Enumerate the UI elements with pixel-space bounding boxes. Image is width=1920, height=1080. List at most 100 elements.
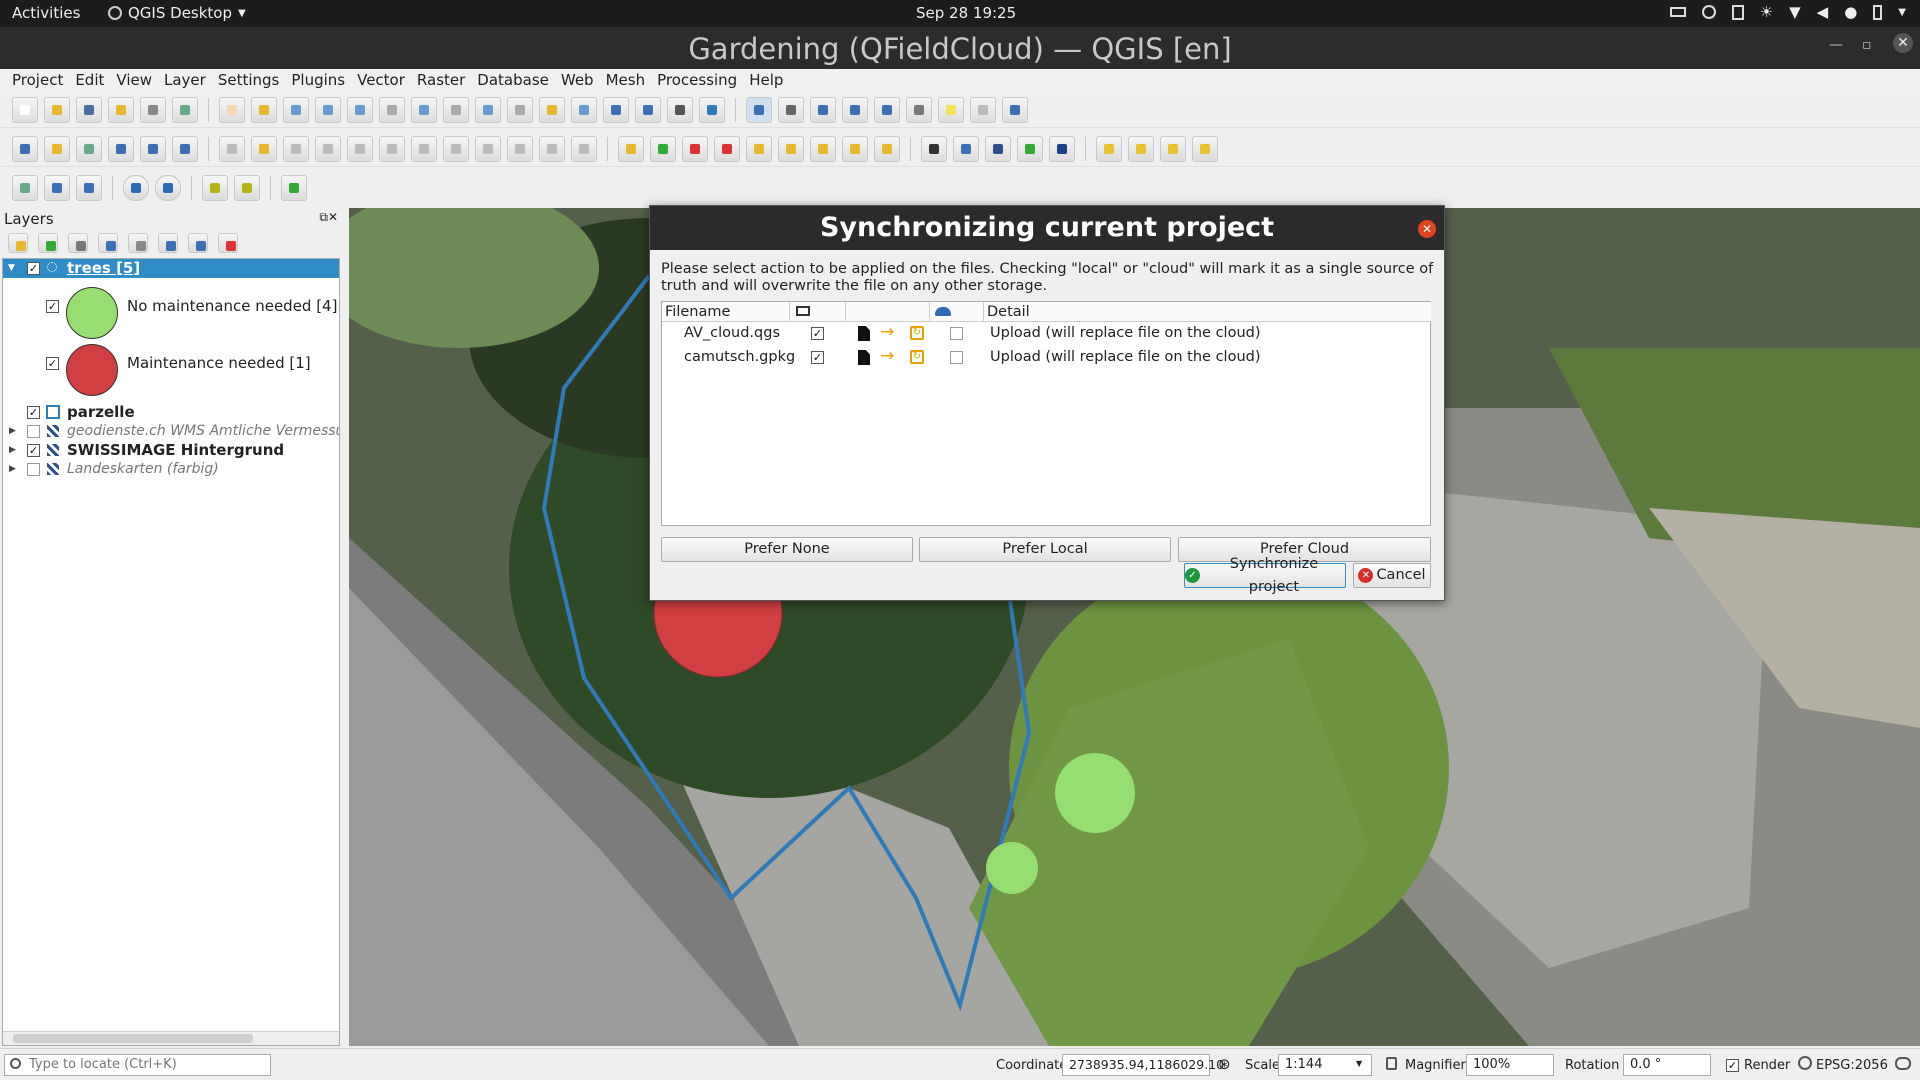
column-header-local[interactable] [790,302,846,322]
collapsed-arrow-icon[interactable]: ▶ [9,441,16,460]
pan-icon[interactable] [219,96,245,123]
toggle-extents-icon[interactable]: ⊛ [1218,1055,1231,1073]
local-checkbox[interactable]: ✓ [811,351,824,364]
open-layer-styling-icon[interactable] [8,233,28,253]
change-label-icon[interactable] [842,135,868,162]
app-menu[interactable]: QGIS Desktop ▼ [108,4,246,22]
new-project-icon[interactable] [12,96,38,123]
metasearch-icon[interactable] [921,135,947,162]
menu-plugins[interactable]: Plugins [285,69,351,91]
collapse-all-icon[interactable] [188,233,208,253]
cloud-checkbox[interactable] [950,327,963,340]
attribute-table-icon[interactable] [778,96,804,123]
save-project-icon[interactable] [76,96,102,123]
new-temporary-layer-icon[interactable] [140,135,166,162]
scrollbar-thumb[interactable] [13,1034,253,1043]
locator-search-input[interactable]: Type to locate (Ctrl+K) [4,1054,271,1076]
annotation-icon[interactable] [970,96,996,123]
map-tips-icon[interactable] [938,96,964,123]
zoom-next-icon[interactable] [507,96,533,123]
save-edits-icon[interactable] [283,135,309,162]
python-console-icon[interactable] [953,135,979,162]
legend-red-checkbox[interactable]: ✓ [46,357,59,370]
panel-float-close-icon[interactable]: ⧉✕ [319,210,338,225]
menu-settings[interactable]: Settings [212,69,286,91]
column-header-cloud[interactable] [930,302,984,322]
clock[interactable]: Sep 28 19:25 [916,4,1016,22]
collapsed-arrow-icon[interactable]: ▶ [9,422,16,441]
delete-selected-icon[interactable] [411,135,437,162]
measure-line-icon[interactable] [906,96,932,123]
layer-swissimage[interactable]: ▶ ✓ SWISSIMAGE Hintergrund [3,441,339,460]
coordinate-field[interactable]: 2738935.94,1186029.10 [1062,1054,1224,1076]
layer-landeskarten[interactable]: ▶ Landeskarten (farbig) [3,460,339,479]
new-virtual-layer-icon[interactable] [172,135,198,162]
crs-globe-icon[interactable] [1798,1056,1812,1070]
select-location-icon[interactable] [1192,135,1218,162]
layer-trees-checkbox[interactable]: ✓ [27,262,40,275]
copy-features-icon[interactable] [475,135,501,162]
open-project-icon[interactable] [44,96,70,123]
qfieldsync-package-icon[interactable] [44,175,70,201]
dialog-close-icon[interactable]: ✕ [1418,220,1436,238]
deselect-features-icon[interactable] [1160,135,1186,162]
new-geopackage-layer-icon[interactable] [44,135,70,162]
select-by-area-icon[interactable] [1096,135,1122,162]
toolbox-icon[interactable] [810,96,836,123]
qfieldsync-sync-icon[interactable] [76,175,102,201]
column-header-detail[interactable]: Detail [984,302,1431,322]
add-feature-icon[interactable] [315,135,341,162]
pin-labels-icon[interactable] [714,135,740,162]
minimize-button[interactable]: — [1829,37,1843,53]
show-bookmarks-icon[interactable] [635,96,661,123]
collapsed-arrow-icon[interactable]: ▶ [9,460,16,479]
layer-swissimage-checkbox[interactable]: ✓ [27,444,40,457]
layer-parzelle[interactable]: ✓ parzelle [3,403,339,422]
column-header-action[interactable] [846,302,930,322]
new-print-layout-icon[interactable] [108,96,134,123]
synchronize-project-button[interactable]: ✓ Synchronize project [1184,556,1346,595]
label-toolbar-icon[interactable] [618,135,644,162]
filter-by-expression-icon[interactable] [128,233,148,253]
filter-legend-icon[interactable] [98,233,118,253]
menu-project[interactable]: Project [6,69,69,91]
cloud-projects-icon[interactable] [123,175,149,201]
crs-label[interactable]: EPSG:2056 [1816,1058,1888,1073]
move-label-icon[interactable] [778,135,804,162]
globe-plugin-icon[interactable] [1017,135,1043,162]
prefer-none-button[interactable]: Prefer None [661,537,913,562]
prefer-local-button[interactable]: Prefer Local [919,537,1171,562]
menu-web[interactable]: Web [555,69,600,91]
manage-map-themes-icon[interactable] [68,233,88,253]
messages-icon[interactable] [1895,1057,1911,1070]
system-tray[interactable]: ☀ ▼ ◀ ● ▼ [1669,3,1906,21]
maximize-button[interactable]: ▫ [1862,37,1872,53]
layer-geodienste-checkbox[interactable] [27,425,40,438]
layer-geodienste[interactable]: ▶ geodienste.ch WMS Amtliche Vermessu [3,422,339,441]
menu-database[interactable]: Database [471,69,555,91]
3d-box-alt-icon[interactable] [234,175,260,201]
remove-layer-icon[interactable] [218,233,238,253]
paste-features-icon[interactable] [507,135,533,162]
expand-arrow-icon[interactable]: ▼ [8,259,15,278]
menu-edit[interactable]: Edit [69,69,110,91]
data-source-manager-icon[interactable] [12,135,38,162]
new-map-view-icon[interactable] [539,96,565,123]
style-manager-icon[interactable] [172,96,198,123]
open-field-calculator-icon[interactable] [874,96,900,123]
new-shapefile-layer-icon[interactable] [76,135,102,162]
cloud-sync-icon[interactable] [155,175,181,201]
zoom-native-icon[interactable] [443,96,469,123]
horizontal-scrollbar[interactable] [3,1031,339,1045]
layer-trees[interactable]: ▼ ✓ trees [5] [3,259,339,278]
plugin-icon[interactable] [985,135,1011,162]
menu-raster[interactable]: Raster [411,69,471,91]
legend-item-no-maintenance[interactable]: ✓ No maintenance needed [4] [3,287,339,339]
close-window-button[interactable]: ✕ [1893,33,1913,53]
menu-processing[interactable]: Processing [651,69,743,91]
diagram-toolbar-icon[interactable] [650,135,676,162]
3d-box-icon[interactable] [202,175,228,201]
tools-icon[interactable] [281,175,307,201]
refresh-icon[interactable] [699,96,725,123]
cut-features-icon[interactable] [443,135,469,162]
